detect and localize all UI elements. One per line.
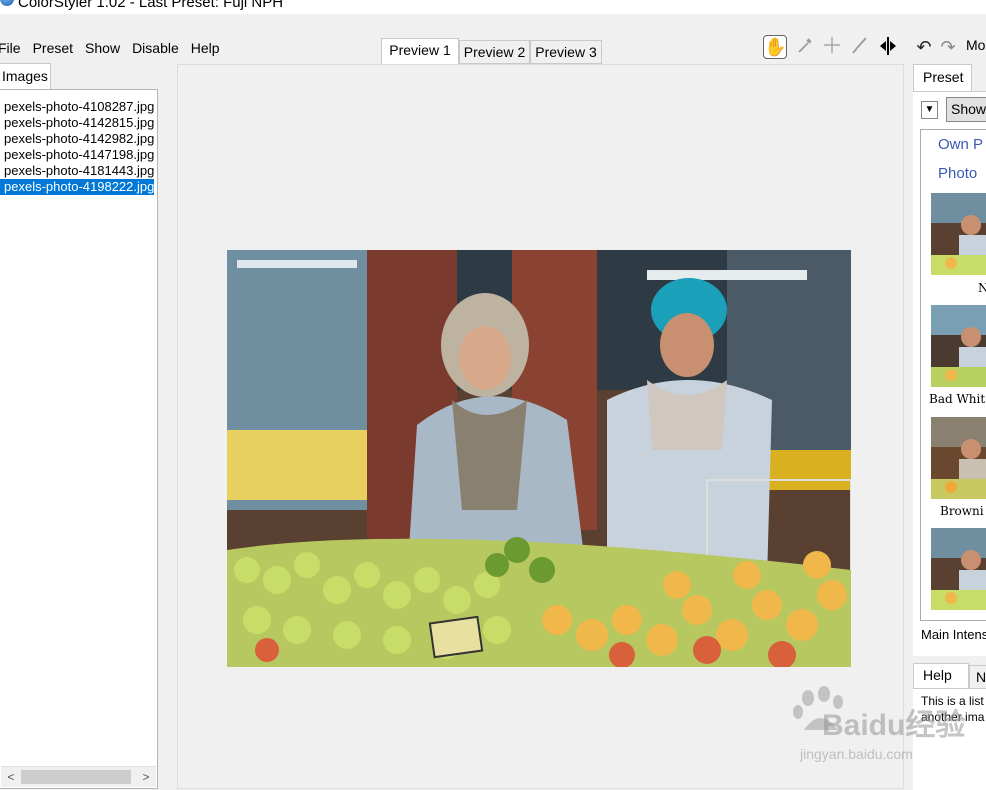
brush-icon[interactable] [848, 35, 872, 59]
horizontal-scrollbar[interactable]: < > [1, 766, 156, 787]
preset-list: Own P Photo N Bad Whit Browni [920, 129, 986, 621]
scroll-left-icon[interactable]: < [3, 769, 19, 785]
file-item[interactable]: pexels-photo-4142815.jpg [0, 115, 154, 131]
menu-file[interactable]: File [0, 38, 25, 58]
preview-image[interactable] [227, 250, 851, 667]
show-button[interactable]: Show [946, 97, 986, 122]
main-intensity-label: Main Intens [921, 627, 986, 642]
preset-thumbnail[interactable] [931, 305, 986, 387]
preset-name: Bad Whit [929, 392, 986, 406]
file-item[interactable]: pexels-photo-4147198.jpg [0, 147, 154, 163]
watermark-url: jingyan.baidu.com [800, 746, 913, 762]
hand-icon[interactable]: ✋ [763, 35, 787, 59]
toolbar-more-label[interactable]: Mo [966, 37, 985, 53]
file-item-selected[interactable]: pexels-photo-4198222.jpg [0, 179, 155, 195]
file-item[interactable]: pexels-photo-4142982.jpg [0, 131, 154, 147]
split-view-icon[interactable] [876, 35, 900, 59]
tab-preset[interactable]: Preset [913, 64, 972, 92]
tab-n[interactable]: N [969, 665, 986, 689]
tab-preview-1[interactable]: Preview 1 [381, 38, 459, 65]
baidu-watermark: Baidu经验 jingyan.baidu.com [760, 684, 965, 774]
menu-preset[interactable]: Preset [31, 38, 77, 58]
scroll-thumb[interactable] [21, 770, 131, 784]
window-title: ColorStyler 1.02 - Last Preset: Fuji NPH [18, 0, 284, 11]
menu-disable[interactable]: Disable [130, 38, 183, 58]
preset-thumbnail[interactable] [931, 417, 986, 499]
image-file-list: pexels-photo-4108287.jpg pexels-photo-41… [0, 89, 158, 789]
title-bar: ColorStyler 1.02 - Last Preset: Fuji NPH [0, 0, 986, 14]
tab-images[interactable]: Images [0, 63, 51, 90]
dropdown-arrow-icon[interactable]: ▼ [921, 101, 938, 119]
preset-thumbnail[interactable] [931, 193, 986, 275]
redo-icon[interactable]: ↷ [936, 35, 960, 59]
preset-category[interactable]: Photo [938, 165, 977, 182]
watermark-text: Baidu经验 [822, 709, 966, 742]
app-icon [0, 0, 14, 6]
tab-preview-2[interactable]: Preview 2 [459, 40, 530, 64]
file-item[interactable]: pexels-photo-4181443.jpg [0, 163, 154, 179]
preset-category[interactable]: Own P [938, 136, 983, 153]
tab-preview-3[interactable]: Preview 3 [530, 40, 602, 64]
undo-icon[interactable]: ↶ [912, 35, 936, 59]
menu-bar: File Preset Show Disable Help [0, 38, 230, 58]
file-item[interactable]: pexels-photo-4108287.jpg [0, 99, 154, 115]
preset-thumbnail[interactable] [931, 528, 986, 610]
menu-show[interactable]: Show [83, 38, 124, 58]
menu-help[interactable]: Help [189, 38, 224, 58]
eyedropper-icon[interactable] [793, 35, 817, 59]
scroll-right-icon[interactable]: > [138, 769, 154, 785]
preset-name: N [978, 281, 986, 295]
preset-name: Browni [940, 504, 984, 518]
crosshair-icon[interactable] [820, 35, 844, 59]
